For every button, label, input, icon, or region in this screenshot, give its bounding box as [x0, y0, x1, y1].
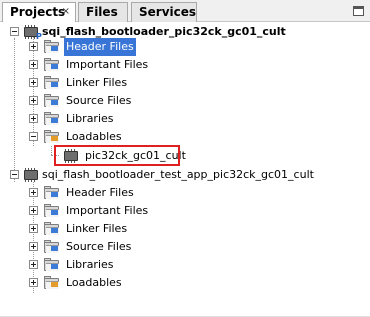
tab-services-label: Services [139, 5, 197, 19]
expand-icon[interactable] [29, 78, 38, 87]
annotation-highlight-box [54, 145, 180, 166]
panel-tab-bar: Projects × Files Services [0, 0, 370, 23]
tree-item-libraries[interactable]: Libraries [0, 110, 370, 128]
tree-item-linker-files[interactable]: Linker Files [0, 74, 370, 92]
folder-icon [44, 204, 60, 217]
tree-item-label: Libraries [66, 112, 114, 125]
expand-icon[interactable] [29, 206, 38, 215]
tree-item-label: Header Files [66, 186, 134, 199]
tree-item-label: Linker Files [66, 76, 128, 89]
folder-icon [44, 76, 60, 89]
collapse-icon[interactable] [10, 27, 19, 36]
project-node[interactable]: sqi_flash_bootloader_test_app_pic32ck_gc… [0, 166, 370, 184]
tree-item-label: Loadables [66, 130, 122, 143]
expand-icon[interactable] [29, 60, 38, 69]
tree-item-linker-files[interactable]: Linker Files [0, 220, 370, 238]
expand-icon[interactable] [29, 188, 38, 197]
tree-item-loadables[interactable]: Loadables [0, 274, 370, 292]
tree-item-libraries[interactable]: Libraries [0, 256, 370, 274]
tree-item-important-files[interactable]: Important Files [0, 56, 370, 74]
tree-item-label: Loadables [66, 276, 122, 289]
tree-item-header-files[interactable]: Header Files [0, 184, 370, 202]
close-icon[interactable]: × [62, 3, 70, 21]
tree-item-loadables[interactable]: Loadables [0, 128, 370, 146]
project-tree: P sqi_flash_bootloader_pic32ck_gc01_cult… [0, 22, 370, 317]
expand-icon[interactable] [29, 96, 38, 105]
folder-icon [44, 186, 60, 199]
collapse-icon[interactable] [10, 170, 19, 179]
tree-item-label: Linker Files [66, 222, 128, 235]
folder-icon [44, 130, 60, 143]
maximize-window-icon[interactable] [353, 6, 364, 16]
tab-services[interactable]: Services [131, 2, 197, 22]
tab-projects-label: Projects [10, 5, 66, 19]
folder-icon [44, 94, 60, 107]
tree-item-label: Important Files [66, 58, 149, 71]
folder-icon [44, 240, 60, 253]
folder-icon [44, 40, 60, 53]
expand-icon[interactable] [29, 242, 38, 251]
folder-icon [44, 258, 60, 271]
tab-projects[interactable]: Projects × [2, 2, 76, 23]
collapse-icon[interactable] [29, 132, 38, 141]
expand-icon[interactable] [29, 224, 38, 233]
folder-icon [44, 58, 60, 71]
expand-icon[interactable] [29, 42, 38, 51]
tree-item-source-files[interactable]: Source Files [0, 92, 370, 110]
chip-icon [22, 168, 40, 182]
tree-item-label: Libraries [66, 258, 114, 271]
tab-files-label: Files [86, 5, 118, 19]
tree-item-label: Important Files [66, 204, 149, 217]
tree-item-important-files[interactable]: Important Files [0, 202, 370, 220]
folder-icon [44, 112, 60, 125]
folder-icon [44, 222, 60, 235]
expand-icon[interactable] [29, 278, 38, 287]
tree-item-label: Source Files [66, 240, 132, 253]
expand-icon[interactable] [29, 260, 38, 269]
tree-item-label: Source Files [66, 94, 132, 107]
tree-item-label: Header Files [64, 38, 136, 56]
tree-item-header-files[interactable]: Header Files [0, 38, 370, 56]
expand-icon[interactable] [29, 114, 38, 123]
tab-files[interactable]: Files [78, 2, 128, 22]
project-name: sqi_flash_bootloader_test_app_pic32ck_gc… [42, 168, 314, 181]
folder-icon [44, 276, 60, 289]
chip-icon: P [22, 25, 42, 41]
tree-item-source-files[interactable]: Source Files [0, 238, 370, 256]
